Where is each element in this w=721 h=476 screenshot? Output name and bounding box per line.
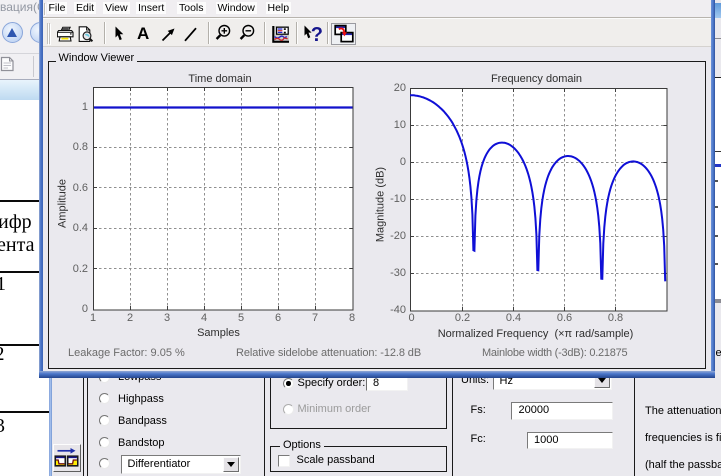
svg-text:?: ?	[310, 25, 322, 44]
